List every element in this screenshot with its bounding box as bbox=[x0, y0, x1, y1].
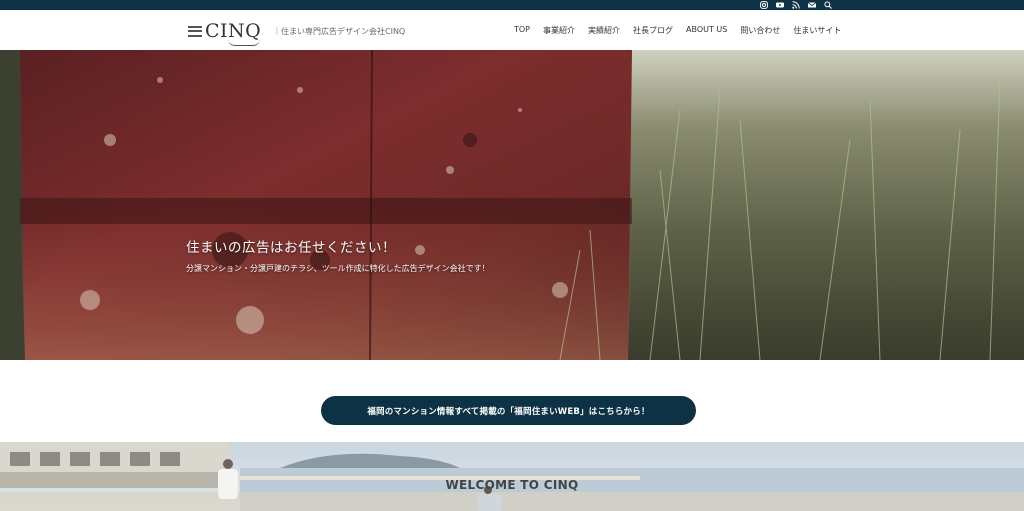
hero-title: 住まいの広告はお任せください！ bbox=[186, 240, 396, 256]
hero-background-image bbox=[0, 50, 1024, 360]
nav-item-business[interactable]: 事業紹介 bbox=[543, 25, 575, 36]
welcome-background-image bbox=[0, 442, 1024, 511]
mail-icon[interactable] bbox=[808, 1, 816, 9]
hero-banner: 住まいの広告はお任せください！ 分譲マンション・分譲戸建のチラシ、ツール作成に特… bbox=[0, 50, 1024, 360]
welcome-title: WELCOME TO CINQ bbox=[445, 478, 579, 492]
youtube-icon[interactable] bbox=[776, 1, 784, 9]
hero-subtitle: 分譲マンション・分譲戸建のチラシ、ツール作成に特化した広告デザイン会社です！ bbox=[186, 264, 490, 273]
welcome-banner: WELCOME TO CINQ bbox=[0, 442, 1024, 511]
nav-item-blog[interactable]: 社長ブログ bbox=[633, 25, 673, 36]
nav-item-top[interactable]: TOP bbox=[514, 25, 530, 36]
nav-item-about[interactable]: ABOUT US bbox=[686, 25, 727, 36]
nav-item-works[interactable]: 実績紹介 bbox=[588, 25, 620, 36]
nav-item-contact[interactable]: 問い合わせ bbox=[740, 25, 780, 36]
main-nav: TOP 事業紹介 実績紹介 社長ブログ ABOUT US 問い合わせ 住まいサイ… bbox=[514, 25, 854, 36]
site-logo[interactable]: CINQ bbox=[188, 20, 261, 46]
fukuoka-sumai-web-button[interactable]: 福岡のマンション情報すべて掲載の「福岡住まいWEB」はこちらから！ bbox=[321, 396, 696, 425]
nav-item-sumai-site[interactable]: 住まいサイト bbox=[793, 25, 841, 36]
rss-icon[interactable] bbox=[792, 1, 800, 9]
logo-swoosh bbox=[228, 39, 260, 46]
site-header: CINQ ｜住まい専門広告デザイン会社CINQ TOP 事業紹介 実績紹介 社長… bbox=[0, 10, 1024, 50]
menu-bars-icon bbox=[188, 25, 202, 37]
instagram-icon[interactable] bbox=[760, 1, 768, 9]
search-icon[interactable] bbox=[824, 1, 832, 9]
site-tagline: ｜住まい専門広告デザイン会社CINQ bbox=[273, 27, 406, 36]
social-icons bbox=[760, 0, 832, 10]
top-utility-bar bbox=[0, 0, 1024, 10]
